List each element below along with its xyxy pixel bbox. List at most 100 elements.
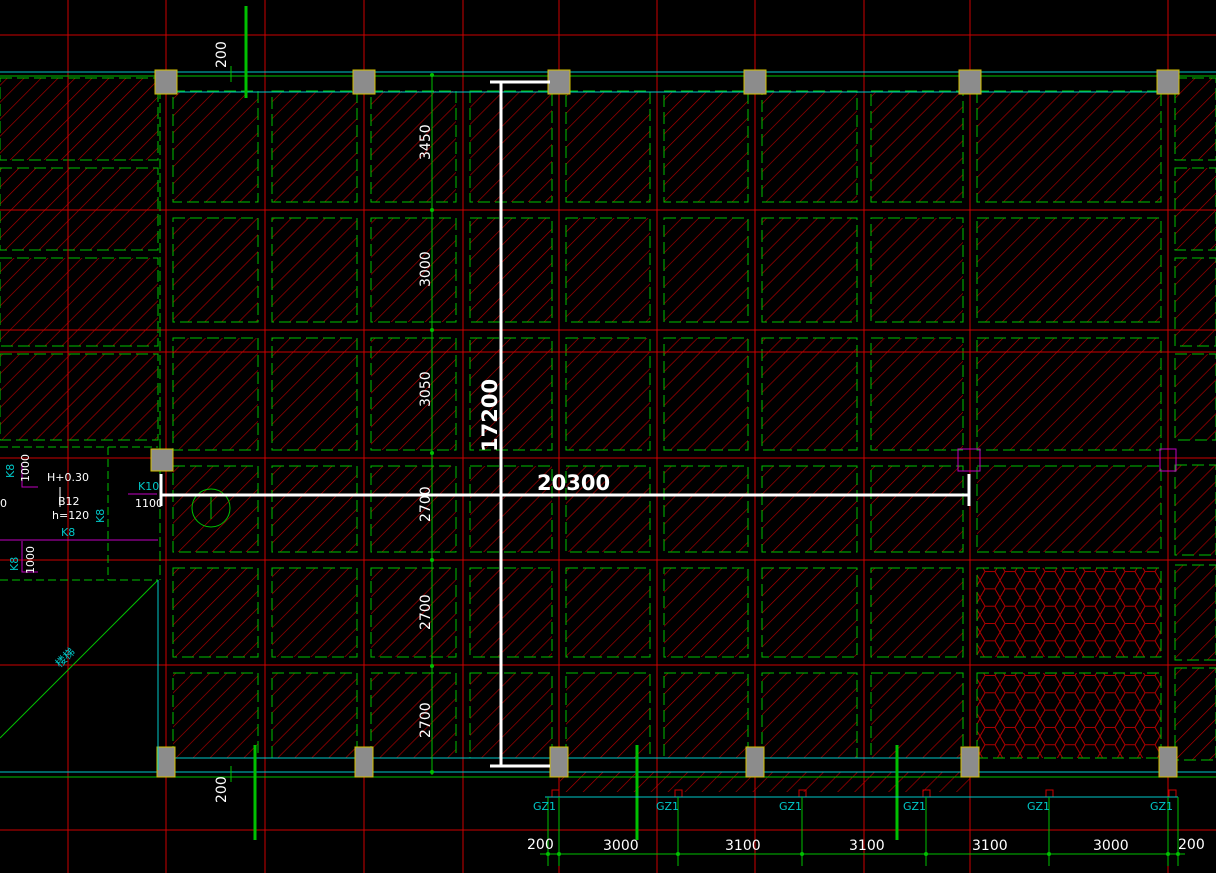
slab-cell [761, 217, 858, 323]
overall-vertical-dim: 17200 [478, 379, 502, 452]
slab-cell [976, 337, 1162, 451]
slab-cell [469, 567, 553, 658]
column-bottom [745, 746, 765, 778]
gz1-tag-2: GZ1 [656, 800, 679, 813]
slab-cell [370, 90, 457, 203]
slab-cell [271, 337, 358, 451]
left-dim-5: 2700 [418, 594, 434, 630]
slab-cell-left [0, 167, 159, 251]
slab-cell [172, 337, 259, 451]
bottom-dim-tick [1166, 852, 1170, 856]
bottom-dim-tick [800, 852, 804, 856]
k8-length-a: 1000 [19, 454, 32, 482]
left-dim-tick [430, 73, 434, 77]
bottom-dim-4: 3100 [849, 838, 885, 854]
k10-label: K10 [138, 480, 159, 493]
slab-cell [761, 672, 858, 759]
slab-cell-left [0, 257, 159, 347]
slab-cell [370, 465, 457, 553]
left-dim-tick [430, 451, 434, 455]
stair-area: 楼梯 [0, 579, 159, 770]
column-bottom [549, 746, 569, 778]
slab-cell-right [1174, 564, 1216, 661]
slab-cell-right [1174, 464, 1216, 556]
left-dim-tick [430, 664, 434, 668]
left-dim-tick [430, 328, 434, 332]
slab-cell [976, 217, 1162, 323]
slab-cell [469, 90, 553, 203]
slab-cell [271, 567, 358, 658]
column-left-mid [150, 448, 174, 472]
k8-length-c: 1000 [24, 546, 37, 574]
slab-cell [370, 672, 457, 759]
bottom-dim-tick [557, 852, 561, 856]
slab-cell [271, 90, 358, 203]
column-bottom [354, 746, 374, 778]
column-top [1156, 69, 1180, 95]
slab-hatch-layer [0, 77, 1216, 792]
k8-label-c: K8 [8, 557, 21, 571]
slab-cell [172, 672, 259, 759]
bottom-dim-tick [1047, 852, 1051, 856]
gz1-marker [1045, 789, 1054, 798]
thickness-label: h=120 [52, 509, 89, 522]
bottom-dim-7: 200 [1178, 837, 1205, 853]
slab-cell [870, 337, 964, 451]
slab-cell-right [1174, 257, 1216, 347]
left-dim-tick [430, 770, 434, 774]
slab-cell [172, 465, 259, 553]
slab-cell [271, 217, 358, 323]
slab-cell [870, 90, 964, 203]
gz1-tag-5: GZ1 [1027, 800, 1050, 813]
left-dim-tick [430, 208, 434, 212]
bottom-dim-6: 3000 [1093, 838, 1129, 854]
slab-cell-right [1174, 667, 1216, 761]
slab-cell [870, 672, 964, 759]
column-top [547, 69, 571, 95]
top-edge-dim: 200 [214, 41, 230, 68]
slab-cell [565, 567, 651, 658]
slab-cell [761, 90, 858, 203]
column-top [154, 69, 178, 95]
k8-label-vertical: K8 [94, 509, 107, 523]
gz1-tag-4: GZ1 [903, 800, 926, 813]
slab-cell [976, 465, 1162, 553]
level-label: H+0.30 [47, 471, 89, 484]
slab-cell-honeycomb [976, 672, 1162, 759]
slab-cell [761, 465, 858, 553]
bottom-dimension-chain: 200 3000 3100 3100 3100 3000 200 [527, 796, 1205, 866]
slab-cell [172, 90, 259, 203]
slab-cell-left [0, 77, 159, 161]
slab-cell-right [1174, 77, 1216, 161]
gz1-tag-1: GZ1 [533, 800, 556, 813]
slab-cell [172, 217, 259, 323]
slab-cell [663, 672, 749, 759]
slab-cell [761, 567, 858, 658]
slab-cell [469, 672, 553, 759]
overall-horizontal-dim: 20300 [537, 471, 610, 495]
slab-cell [565, 217, 651, 323]
bottom-dim-2: 3000 [603, 838, 639, 854]
bottom-dim-5: 3100 [972, 838, 1008, 854]
bottom-dim-3: 3100 [725, 838, 761, 854]
bottom-edge-dim: 200 [214, 776, 230, 803]
slab-cell [761, 337, 858, 451]
bottom-dim-tick [676, 852, 680, 856]
slab-cell [870, 217, 964, 323]
k8-label-b: K8 [61, 526, 75, 539]
slab-cell-honeycomb [976, 567, 1162, 658]
slab-cell [271, 465, 358, 553]
cad-drawing: 楼梯 K8 1000 H+0.30 B12 h=120 K8 K8 K8 100… [0, 0, 1216, 873]
slab-cell [370, 567, 457, 658]
gz1-marker [1168, 789, 1177, 798]
column-top [352, 69, 376, 95]
left-dim-2: 3000 [418, 251, 434, 287]
left-dim-4: 2700 [418, 486, 434, 522]
gz1-tag-3: GZ1 [779, 800, 802, 813]
beam-label: B12 [58, 495, 80, 508]
k10-length: 1100 [135, 497, 163, 510]
column-bottom [156, 746, 176, 778]
slab-cell [663, 217, 749, 323]
column-top [743, 69, 767, 95]
column-tags: GZ1 GZ1 GZ1 GZ1 GZ1 GZ1 [533, 800, 1173, 813]
